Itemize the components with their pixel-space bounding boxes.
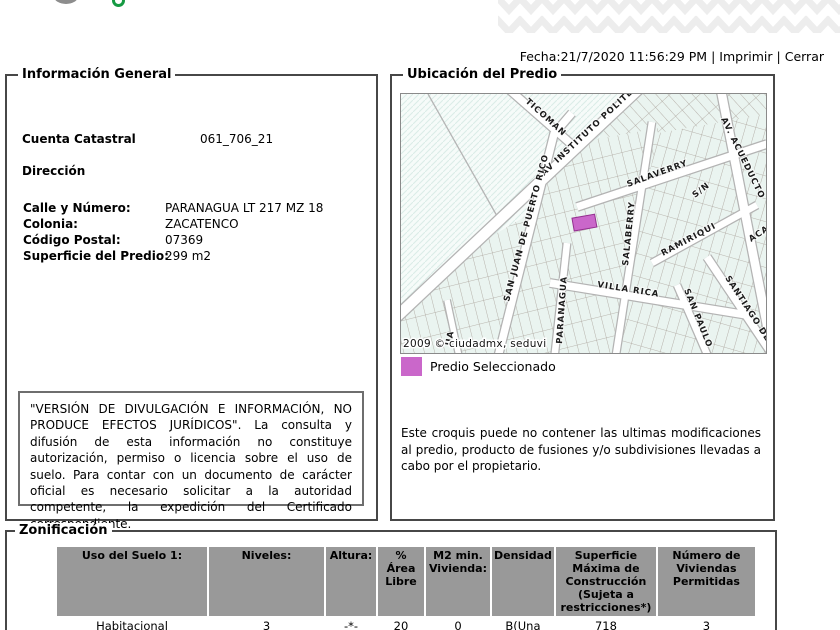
imprimir-link[interactable]: Imprimir [719, 49, 772, 64]
superficie-label: Superficie del Predio: [23, 249, 169, 263]
legal-disclaimer: "VERSIÓN DE DIVULGACIÓN E INFORMACIÓN, N… [18, 391, 364, 531]
cell-area-libre: 20 [378, 618, 424, 630]
col-niveles: Niveles: [209, 547, 324, 616]
col-uso-del-suelo: Uso del Suelo 1: [57, 547, 207, 616]
colonia-value: ZACATENCO [165, 217, 239, 231]
superficie-value: 299 m2 [165, 249, 212, 263]
table-row: Habitacional 3 -*- 20 0 B(Una 718 3 [57, 618, 755, 630]
codigo-postal-label: Código Postal: [23, 233, 121, 247]
zonificacion-table: Uso del Suelo 1: Niveles: Altura: % Área… [55, 545, 757, 630]
zonificacion-panel: Zonificación Uso del Suelo 1: Niveles: A… [5, 523, 777, 630]
uso-habitacional-link[interactable]: Habitacional [96, 619, 168, 630]
cell-densidad: B(Una [492, 618, 554, 630]
predio-seleccionado-swatch [401, 357, 422, 376]
panel-title: Información General [18, 67, 176, 82]
date-text: Fecha:21/7/2020 11:56:29 PM [519, 49, 708, 64]
predio-map: TICOMAN AV INSTITUTO POLITEC SAN JUAN DE… [350, 76, 780, 363]
cell-m2-min: 0 [426, 618, 490, 630]
cuenta-catastral-label: Cuenta Catastral [22, 132, 136, 146]
informacion-general-panel: Información General Cuenta Catastral 061… [5, 67, 378, 531]
logo-fragment-arc-icon [54, 0, 78, 4]
col-densidad: Densidad [492, 547, 554, 616]
header-actions: Fecha:21/7/2020 11:56:29 PM | Imprimir | Cer… [519, 49, 824, 64]
croquis-note: Este croquis puede no contener las ultim… [401, 426, 761, 473]
calle-label: Calle y Número: [23, 201, 131, 215]
predio-seleccionado-label: Predio Seleccionado [430, 359, 556, 374]
panel-title: Zonificación [15, 523, 112, 538]
col-altura: Altura: [326, 547, 376, 616]
ubicacion-predio-panel: Ubicación del Predio TICOMAN AV INSTITUT… [350, 67, 780, 521]
table-header-row: Uso del Suelo 1: Niveles: Altura: % Área… [57, 547, 755, 616]
cell-altura: -*- [326, 618, 376, 630]
cell-niveles: 3 [209, 618, 324, 630]
logo-fragment-ring-icon [112, 0, 125, 7]
colonia-label: Colonia: [23, 217, 78, 231]
cell-viviendas: 3 [657, 618, 755, 630]
gobmx-chevron-pattern [498, 0, 840, 33]
seduvi-consultation-page: Fecha:21/7/2020 11:56:29 PM | Imprimir | Cer… [0, 0, 840, 630]
panel-title: Ubicación del Predio [403, 67, 562, 82]
cerrar-link[interactable]: Cerrar [785, 49, 824, 64]
cuenta-catastral-value: 061_706_21 [200, 132, 274, 146]
col-m2-min: M2 min. Vivienda: [426, 547, 490, 616]
calle-value: PARANAGUA LT 217 MZ 18 [165, 201, 324, 215]
col-num-viviendas: Número de Viviendas Permitidas [657, 547, 755, 616]
map-attribution: 2009 © ciudadmx, seduvi [403, 338, 546, 350]
cell-sup-max: 718 [555, 618, 656, 630]
direccion-label: Dirección [22, 164, 86, 178]
col-superficie-maxima: Superficie Máxima de Construcción (Sujet… [555, 547, 656, 616]
col-area-libre: % Área Libre [378, 547, 424, 616]
codigo-postal-value: 07369 [165, 233, 204, 247]
